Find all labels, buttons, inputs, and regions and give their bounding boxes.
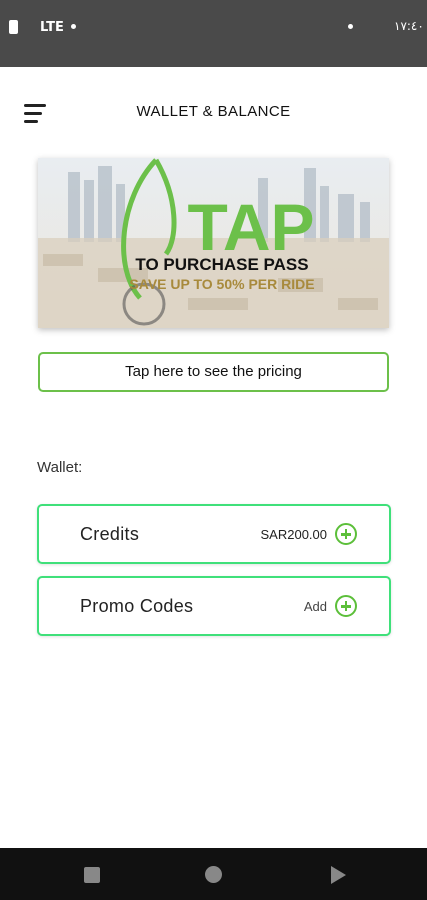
recents-square-icon[interactable] — [84, 867, 100, 883]
page-title: WALLET & BALANCE — [136, 103, 291, 120]
credits-card[interactable]: Credits SAR200.00 — [37, 504, 391, 564]
back-triangle-icon[interactable] — [331, 866, 346, 884]
credits-balance: SAR200.00 — [260, 527, 328, 542]
add-credits-plus-icon[interactable] — [335, 523, 357, 545]
purchase-pass-banner[interactable]: TAP TO PURCHASE PASS SAVE UP TO 50% PER … — [38, 158, 389, 328]
banner-image: TAP TO PURCHASE PASS SAVE UP TO 50% PER … — [38, 158, 389, 328]
add-promo-plus-icon[interactable] — [335, 595, 357, 617]
status-bar: LTE ١٧:٤٠ — [0, 0, 427, 67]
app-header: WALLET & BALANCE — [0, 67, 427, 152]
credits-label: Credits — [80, 524, 140, 544]
notification-dot-icon — [71, 24, 76, 29]
see-pricing-button[interactable]: Tap here to see the pricing — [38, 352, 389, 392]
signal-dot-icon — [348, 24, 353, 29]
status-clock: ١٧:٤٠ — [394, 19, 424, 33]
banner-subtitle: TO PURCHASE PASS — [135, 255, 308, 274]
network-indicator: LTE — [40, 20, 64, 35]
battery-icon — [9, 20, 18, 34]
home-circle-icon[interactable] — [205, 866, 222, 883]
wallet-section-label: Wallet: — [37, 459, 83, 476]
promo-codes-card[interactable]: Promo Codes Add — [37, 576, 391, 636]
system-navigation-bar — [0, 848, 427, 900]
promo-codes-label: Promo Codes — [80, 596, 194, 616]
menu-line — [24, 120, 38, 123]
banner-headline: TAP — [187, 190, 314, 264]
banner-tagline: SAVE UP TO 50% PER RIDE — [129, 276, 314, 292]
promo-add-label: Add — [303, 599, 327, 614]
